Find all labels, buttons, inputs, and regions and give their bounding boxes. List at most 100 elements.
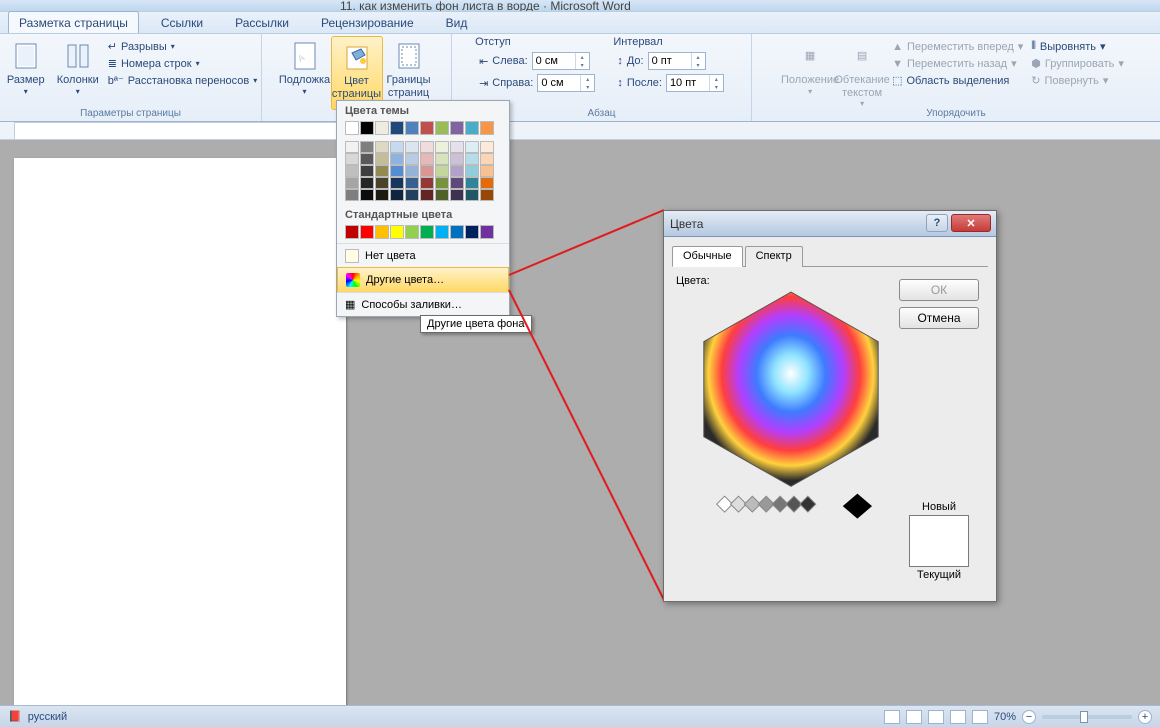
color-swatch[interactable] — [435, 165, 449, 177]
color-swatch[interactable] — [450, 141, 464, 153]
color-swatch[interactable] — [480, 177, 494, 189]
hex-color-picker[interactable] — [682, 279, 900, 539]
color-swatch[interactable] — [360, 189, 374, 201]
color-swatch[interactable] — [480, 165, 494, 177]
color-swatch[interactable] — [435, 153, 449, 165]
view-web[interactable] — [928, 710, 944, 724]
color-swatch[interactable] — [345, 141, 359, 153]
no-color-button[interactable]: Нет цвета — [337, 243, 509, 268]
language-indicator[interactable]: русский — [28, 711, 67, 723]
color-swatch[interactable] — [480, 225, 494, 239]
color-swatch[interactable] — [360, 141, 374, 153]
zoom-value[interactable]: 70% — [994, 711, 1016, 723]
color-swatch[interactable] — [390, 165, 404, 177]
zoom-in-button[interactable]: + — [1138, 710, 1152, 724]
color-swatch[interactable] — [465, 189, 479, 201]
color-swatch[interactable] — [420, 153, 434, 165]
color-swatch[interactable] — [375, 121, 389, 135]
color-swatch[interactable] — [465, 121, 479, 135]
dialog-titlebar[interactable]: Цвета ? ✕ — [664, 211, 996, 237]
color-swatch[interactable] — [465, 165, 479, 177]
tab-view[interactable]: Вид — [436, 12, 478, 33]
color-swatch[interactable] — [480, 189, 494, 201]
color-swatch[interactable] — [420, 141, 434, 153]
color-swatch[interactable] — [405, 225, 419, 239]
dialog-cancel-button[interactable]: Отмена — [899, 307, 979, 329]
color-swatch[interactable] — [360, 177, 374, 189]
color-swatch[interactable] — [450, 153, 464, 165]
color-swatch[interactable] — [345, 189, 359, 201]
breaks-button[interactable]: ↵ Разрывы ▾ — [104, 38, 262, 55]
rotate-button[interactable]: ↻ Повернуть ▾ — [1027, 72, 1128, 89]
dialog-tab-custom[interactable]: Спектр — [745, 246, 803, 267]
spacing-after-input[interactable]: ▴▾ — [666, 74, 724, 92]
tab-mailings[interactable]: Рассылки — [225, 12, 299, 33]
group-button[interactable]: ⬢ Группировать ▾ — [1027, 55, 1128, 72]
spacing-before-input[interactable]: ▴▾ — [648, 52, 706, 70]
dialog-ok-button[interactable]: ОК — [899, 279, 979, 301]
color-swatch[interactable] — [345, 177, 359, 189]
view-outline[interactable] — [950, 710, 966, 724]
color-swatch[interactable] — [390, 177, 404, 189]
send-backward-button[interactable]: ▼ Переместить назад ▾ — [888, 55, 1027, 72]
columns-button[interactable]: Колонки▾ — [52, 36, 104, 96]
color-swatch[interactable] — [450, 121, 464, 135]
color-swatch[interactable] — [345, 153, 359, 165]
color-swatch[interactable] — [465, 153, 479, 165]
line-numbers-button[interactable]: ≣ Номера строк ▾ — [104, 55, 262, 72]
color-swatch[interactable] — [420, 165, 434, 177]
color-swatch[interactable] — [360, 165, 374, 177]
color-swatch[interactable] — [450, 189, 464, 201]
more-colors-button[interactable]: Другие цвета… — [337, 267, 509, 293]
wrap-button[interactable]: ▤ Обтекание текстом▾ — [836, 36, 888, 108]
hyphenation-button[interactable]: bª⁻ Расстановка переносов ▾ — [104, 72, 262, 89]
dialog-tab-standard[interactable]: Обычные — [672, 246, 743, 267]
page[interactable] — [14, 158, 346, 718]
color-swatch[interactable] — [450, 177, 464, 189]
view-draft[interactable] — [972, 710, 988, 724]
color-swatch[interactable] — [390, 189, 404, 201]
color-swatch[interactable] — [435, 225, 449, 239]
spellcheck-icon[interactable]: 📕 — [8, 710, 22, 723]
watermark-button[interactable]: A Подложка▾ — [279, 36, 331, 96]
color-swatch[interactable] — [390, 121, 404, 135]
zoom-slider[interactable] — [1042, 715, 1132, 719]
color-swatch[interactable] — [480, 121, 494, 135]
color-swatch[interactable] — [375, 177, 389, 189]
color-swatch[interactable] — [390, 153, 404, 165]
indent-right-input[interactable]: ▴▾ — [537, 74, 595, 92]
color-swatch[interactable] — [405, 165, 419, 177]
color-swatch[interactable] — [405, 153, 419, 165]
color-swatch[interactable] — [375, 165, 389, 177]
color-swatch[interactable] — [405, 141, 419, 153]
color-swatch[interactable] — [345, 165, 359, 177]
color-swatch[interactable] — [375, 189, 389, 201]
color-swatch[interactable] — [465, 141, 479, 153]
color-swatch[interactable] — [390, 141, 404, 153]
color-swatch[interactable] — [420, 177, 434, 189]
align-button[interactable]: ⫴ Выровнять ▾ — [1027, 38, 1128, 55]
bring-forward-button[interactable]: ▲ Переместить вперед ▾ — [888, 38, 1027, 55]
selection-pane-button[interactable]: ⬚ Область выделения — [888, 72, 1027, 89]
color-swatch[interactable] — [435, 121, 449, 135]
view-print-layout[interactable] — [884, 710, 900, 724]
color-swatch[interactable] — [450, 225, 464, 239]
color-swatch[interactable] — [345, 121, 359, 135]
color-swatch[interactable] — [420, 225, 434, 239]
color-swatch[interactable] — [360, 121, 374, 135]
tab-references[interactable]: Ссылки — [151, 12, 213, 33]
color-swatch[interactable] — [480, 141, 494, 153]
tab-review[interactable]: Рецензирование — [311, 12, 424, 33]
color-swatch[interactable] — [405, 189, 419, 201]
tab-page-layout[interactable]: Разметка страницы — [8, 11, 139, 33]
zoom-out-button[interactable]: − — [1022, 710, 1036, 724]
size-button[interactable]: Размер▾ — [0, 36, 52, 96]
color-swatch[interactable] — [435, 177, 449, 189]
color-swatch[interactable] — [390, 225, 404, 239]
color-swatch[interactable] — [435, 189, 449, 201]
view-full-screen[interactable] — [906, 710, 922, 724]
page-borders-button[interactable]: Границы страниц — [383, 36, 435, 99]
color-swatch[interactable] — [480, 153, 494, 165]
color-swatch[interactable] — [360, 153, 374, 165]
dialog-close-button[interactable]: ✕ — [951, 214, 991, 232]
